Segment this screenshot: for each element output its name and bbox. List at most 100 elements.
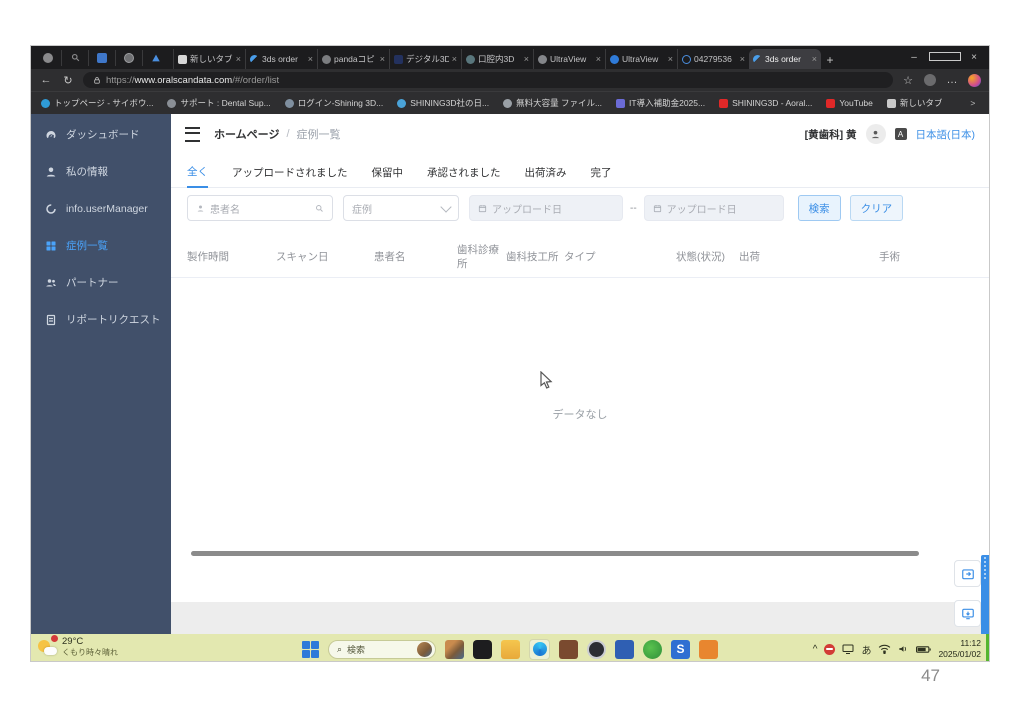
start-button[interactable] [302, 641, 319, 658]
edge-profile-icon[interactable] [968, 74, 981, 87]
browser-tab[interactable]: 04279536× [677, 49, 749, 69]
language-selector[interactable]: 日本語(日本) [916, 127, 976, 142]
patient-name-input[interactable]: 患者名 [187, 195, 333, 221]
browser-tab[interactable]: UltraView× [533, 49, 605, 69]
bookmark-item[interactable]: トップページ - サイボウ... [41, 97, 153, 109]
orange-app-icon[interactable] [699, 640, 718, 659]
other-favorites[interactable]: その他のお気に入り [989, 97, 990, 109]
browser-tab[interactable]: 3ds order× [245, 49, 317, 69]
tab-uploaded[interactable]: アップロードされました [232, 162, 348, 187]
upload-date-to-input[interactable]: アップロード日 [644, 195, 784, 221]
weather-widget[interactable]: 29°C くもり時々晴れ [37, 637, 118, 657]
tab-close-icon[interactable]: × [812, 54, 817, 64]
sidebar-item-label: info.userManager [66, 203, 148, 215]
tab-approved[interactable]: 承認されました [427, 162, 501, 187]
account-avatar-icon[interactable] [924, 74, 936, 86]
bookmark-item[interactable]: 新しいタブ [887, 97, 943, 109]
taskbar-search[interactable]: ⌕ 検索 [328, 640, 436, 659]
close-button[interactable]: × [959, 52, 989, 63]
browser-tab[interactable]: 新しいタブ× [173, 49, 245, 69]
sidebar-item-my-profile[interactable]: 私の情報 [31, 153, 171, 190]
upload-date-from-input[interactable]: アップロード日 [469, 195, 623, 221]
green-app-icon[interactable] [643, 640, 662, 659]
store-app-icon[interactable] [559, 640, 578, 659]
address-bar: ← ↻ https://www.oralscandata.com/#/order… [31, 69, 989, 91]
clear-button[interactable]: クリア [850, 195, 904, 221]
taskbar-clock[interactable]: 11:12 2025/01/02 [938, 638, 981, 659]
back-icon[interactable]: ← [39, 74, 53, 86]
minimize-button[interactable]: – [899, 52, 929, 63]
sidebar-item-case-list[interactable]: 症例一覧 [31, 227, 171, 264]
sidebar-item-report-request[interactable]: リポートリクエスト [31, 301, 171, 338]
case-select-placeholder: 症例 [352, 201, 372, 216]
favorite-star-icon[interactable]: ☆ [901, 74, 915, 87]
tab-done[interactable]: 完了 [591, 162, 612, 187]
bookmark-item[interactable]: サポート : Dental Sup... [167, 97, 270, 109]
chevron-down-icon [440, 201, 451, 212]
browser-circle-icon[interactable] [116, 50, 143, 66]
browser-tab[interactable]: pandaコピ× [317, 49, 389, 69]
weather-temp: 29°C [62, 637, 118, 648]
bookmark-item[interactable]: IT導入補助金2025... [616, 97, 705, 109]
sidebar-item-dashboard[interactable]: ダッシュボード [31, 116, 171, 153]
tab-close-icon[interactable]: × [524, 54, 529, 64]
tray-red-status-icon[interactable] [824, 644, 835, 655]
user-avatar[interactable] [866, 124, 886, 144]
tab-search-icon[interactable] [62, 50, 89, 66]
file-explorer-icon[interactable] [501, 640, 520, 659]
ime-indicator[interactable]: あ [861, 642, 871, 657]
browser-tabs: 新しいタブ× 3ds order× pandaコピ× デジタル3D× 口腔内3D… [173, 46, 839, 69]
browser-tab[interactable]: UltraView× [605, 49, 677, 69]
tab-close-icon[interactable]: × [668, 54, 673, 64]
bookmark-item[interactable]: SHINING3D社の日... [397, 97, 489, 109]
wifi-icon[interactable] [878, 644, 891, 654]
edge-app-icon[interactable] [529, 639, 550, 660]
export-button[interactable] [954, 560, 981, 587]
browser-tab[interactable]: デジタル3D× [389, 49, 461, 69]
display-icon[interactable] [842, 644, 854, 654]
photos-app-icon[interactable] [445, 640, 464, 659]
hamburger-menu-icon[interactable] [185, 127, 200, 142]
battery-icon[interactable] [916, 645, 931, 654]
bookmark-item[interactable]: SHINING3D - Aoral... [719, 98, 812, 108]
horizontal-scrollbar[interactable] [191, 551, 919, 556]
download-button[interactable] [954, 600, 981, 627]
bookmark-item[interactable]: YouTube [826, 98, 872, 108]
tab-all[interactable]: 全く [187, 162, 208, 188]
browser-tab[interactable]: 口腔内3D× [461, 49, 533, 69]
tab-close-icon[interactable]: × [596, 54, 601, 64]
breadcrumb-home[interactable]: ホームページ [214, 126, 279, 142]
tray-chevron-icon[interactable]: ^ [813, 644, 818, 655]
tab-close-icon[interactable]: × [740, 54, 745, 64]
more-ellipsis-icon[interactable]: … [945, 74, 959, 86]
case-select[interactable]: 症例 [343, 195, 459, 221]
tab-close-icon[interactable]: × [308, 54, 313, 64]
tab-close-icon[interactable]: × [236, 54, 241, 64]
black-app-icon[interactable] [473, 640, 492, 659]
tab-close-icon[interactable]: × [380, 54, 385, 64]
tab-shipped[interactable]: 出荷済み [525, 162, 567, 187]
dark-circle-app-icon[interactable] [587, 640, 606, 659]
profile-circle-icon[interactable] [35, 50, 62, 66]
show-desktop-strip[interactable] [986, 634, 989, 662]
search-button[interactable]: 検索 [798, 195, 841, 221]
reload-icon[interactable]: ↻ [61, 74, 75, 87]
speaker-icon[interactable] [898, 644, 909, 654]
bookmarks-overflow-chevron-icon[interactable]: > [970, 98, 975, 108]
browser-tab-active[interactable]: 3ds order× [749, 49, 821, 69]
sidebar-item-usermanager[interactable]: info.userManager [31, 190, 171, 227]
bookmark-item[interactable]: ログイン-Shining 3D... [285, 97, 384, 109]
restore-button[interactable] [929, 52, 959, 64]
workspace-triangle-icon[interactable] [143, 50, 169, 66]
url-field[interactable]: https://www.oralscandata.com/#/order/lis… [83, 72, 893, 88]
sidebar-item-partner[interactable]: パートナー [31, 264, 171, 301]
blue-app-icon[interactable] [615, 640, 634, 659]
sidebar-item-label: 症例一覧 [66, 238, 108, 253]
tab-close-icon[interactable]: × [452, 54, 457, 64]
settings-gear-icon[interactable] [89, 50, 116, 66]
slide: 新しいタブ× 3ds order× pandaコピ× デジタル3D× 口腔内3D… [0, 0, 1024, 709]
tab-pending[interactable]: 保留中 [372, 162, 404, 187]
new-tab-button[interactable]: + [821, 51, 839, 69]
s-app-icon[interactable]: S [671, 640, 690, 659]
bookmark-item[interactable]: 無料大容量 ファイル... [503, 97, 602, 109]
